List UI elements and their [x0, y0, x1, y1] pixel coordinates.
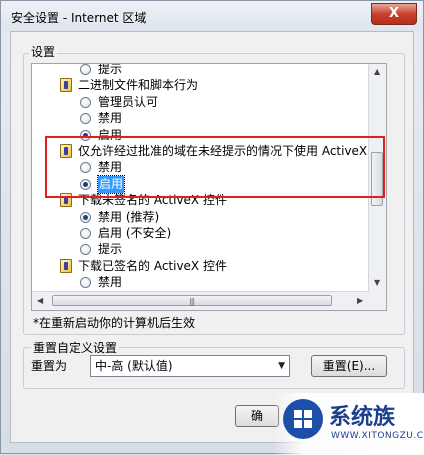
security-level-select[interactable]: 中-高 (默认值) ▼	[90, 355, 290, 377]
chevron-down-icon: ▼	[278, 361, 285, 371]
horizontal-scrollbar[interactable]: ◀ ||| ▶	[32, 291, 370, 310]
scroll-grip-icon: |||	[189, 297, 195, 306]
watermark: 系统族 WWW.XITONGZU.COM	[273, 393, 424, 455]
title-bar[interactable]: 安全设置 - Internet 区域 X	[1, 1, 423, 31]
scroll-corner	[369, 292, 386, 310]
security-level-value: 中-高 (默认值)	[95, 359, 173, 373]
watermark-title: 系统族	[329, 404, 396, 430]
logo-pane	[304, 420, 312, 428]
settings-category-icon	[60, 258, 72, 273]
horizontal-scroll-thumb[interactable]: |||	[52, 295, 332, 306]
scroll-right-arrow[interactable]: ▶	[357, 296, 363, 305]
logo-pane	[294, 410, 302, 418]
reset-button[interactable]: 重置(E)...	[311, 355, 387, 377]
radio-button[interactable]	[80, 244, 91, 256]
watermark-subtitle: WWW.XITONGZU.COM	[331, 431, 424, 441]
settings-category-icon	[60, 78, 72, 93]
highlight-annotation	[45, 136, 385, 198]
logo-pane	[294, 420, 302, 428]
radio-button[interactable]	[80, 228, 91, 239]
settings-row-label: 提示	[98, 64, 123, 76]
settings-row-label: 禁用	[98, 275, 123, 290]
settings-row-label: 禁用	[98, 111, 123, 126]
reset-group-label: 重置自定义设置	[31, 339, 120, 356]
settings-row-label: 启用 (不安全)	[98, 226, 172, 240]
windows-logo-icon	[283, 399, 323, 439]
close-button[interactable]: X	[371, 3, 417, 25]
reset-to-label: 重置为	[31, 359, 68, 373]
scroll-left-arrow[interactable]: ◀	[37, 296, 43, 305]
radio-button[interactable]	[80, 277, 91, 289]
settings-row-label: 禁用 (推荐)	[98, 209, 160, 224]
security-settings-window: 安全设置 - Internet 区域 X 设置 提示 二进制文件和脚本行为 管理员认…	[0, 0, 424, 455]
settings-row-label: 管理员认可	[98, 94, 159, 109]
scroll-up-arrow[interactable]: ▲	[374, 67, 380, 76]
restart-note: *在重新启动你的计算机后生效	[33, 316, 196, 330]
settings-row-label: 二进制文件和脚本行为	[78, 78, 199, 93]
logo-pane	[304, 410, 312, 418]
settings-row-label: 提示	[98, 242, 123, 257]
settings-row-label: 下载已签名的 ActiveX 控件	[78, 258, 227, 273]
radio-button[interactable]	[80, 113, 91, 125]
radio-button[interactable]	[80, 64, 91, 75]
window-title: 安全设置 - Internet 区域	[11, 11, 147, 25]
settings-group-label: 设置	[29, 43, 58, 60]
scroll-down-arrow[interactable]: ▼	[374, 278, 380, 287]
radio-button[interactable]	[80, 211, 91, 223]
radio-button[interactable]	[80, 96, 91, 108]
